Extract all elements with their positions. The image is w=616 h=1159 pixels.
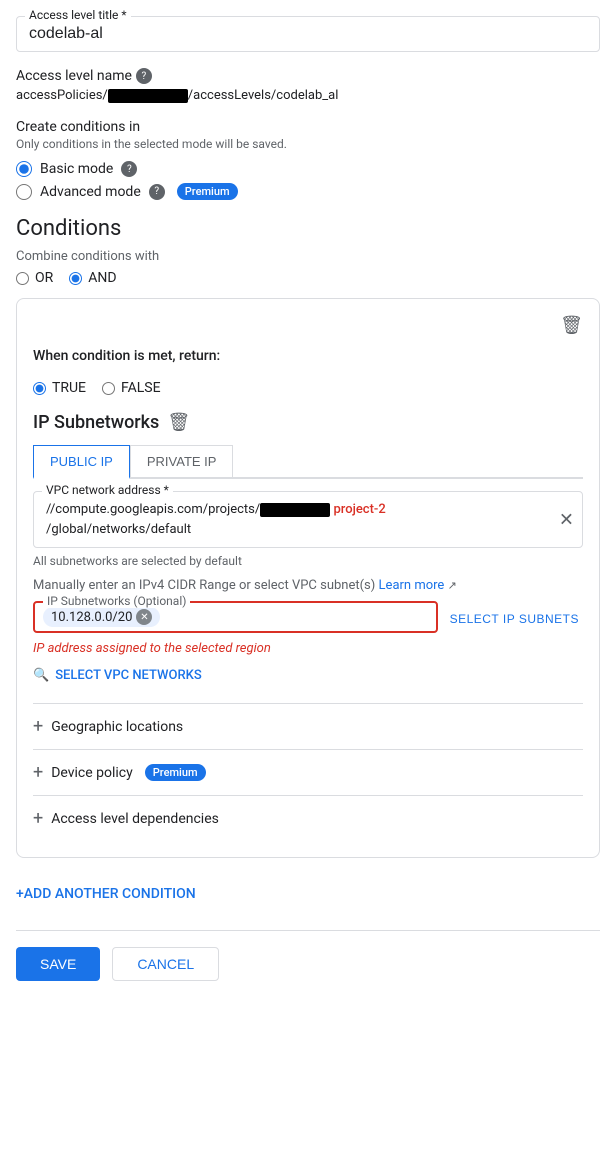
geo-locations-label: Geographic locations — [51, 719, 183, 735]
return-options: TRUE FALSE — [33, 380, 583, 396]
tab-private-ip[interactable]: PRIVATE IP — [130, 445, 234, 477]
name-redacted — [108, 89, 188, 103]
add-condition-link[interactable]: +ADD ANOTHER CONDITION — [16, 874, 600, 914]
or-option[interactable]: OR — [16, 270, 53, 286]
title-input-wrapper: Access level title * — [16, 16, 600, 52]
device-policy-plus-icon: + — [33, 762, 43, 783]
title-label: Access level title * — [25, 8, 131, 22]
basic-mode-help-icon[interactable]: ? — [121, 161, 137, 177]
return-row: When condition is met, return: — [33, 348, 583, 364]
tab-row: PUBLIC IP PRIVATE IP — [33, 445, 583, 479]
create-conditions-group: Create conditions in Only conditions in … — [16, 119, 600, 200]
condition-card: 🗑 When condition is met, return: TRUE FA… — [16, 298, 600, 858]
access-level-title-input[interactable] — [29, 25, 587, 43]
or-radio[interactable] — [16, 272, 29, 285]
delete-ip-subnetworks-icon[interactable]: 🗑 — [167, 412, 190, 433]
access-level-deps-plus-icon: + — [33, 808, 43, 829]
access-level-deps-label: Access level dependencies — [51, 811, 219, 827]
condition-card-header: 🗑 — [33, 315, 583, 336]
ip-chip: 10.128.0.0/20 ✕ — [43, 607, 160, 627]
advanced-mode-radio[interactable] — [16, 184, 32, 200]
combine-label: Combine conditions with — [16, 249, 600, 264]
device-policy-premium-badge: Premium — [145, 764, 206, 781]
delete-condition-icon[interactable]: 🗑 — [560, 315, 583, 336]
when-label: When condition is met, return: — [33, 348, 220, 364]
select-ip-subnets-button[interactable]: SELECT IP SUBNETS — [446, 608, 583, 630]
access-level-name-group: Access level name ? accessPolicies//acce… — [16, 68, 600, 103]
ip-subnetworks-header: IP Subnetworks 🗑 — [33, 412, 583, 433]
false-option[interactable]: FALSE — [102, 380, 161, 396]
tab-public-ip[interactable]: PUBLIC IP — [33, 445, 130, 479]
advanced-mode-option[interactable]: Advanced mode ? Premium — [16, 183, 600, 200]
search-icon: 🔍 — [33, 668, 49, 683]
false-label: FALSE — [121, 380, 161, 396]
geo-locations-section[interactable]: + Geographic locations — [33, 703, 583, 749]
ip-chips-area: 10.128.0.0/20 ✕ — [43, 607, 160, 627]
basic-mode-radio[interactable] — [16, 161, 32, 177]
access-level-name-value: accessPolicies//accessLevels/codelab_al — [16, 88, 600, 103]
create-conditions-desc: Only conditions in the selected mode wil… — [16, 137, 600, 151]
ip-assigned-text: IP address assigned to the selected regi… — [33, 641, 583, 656]
combine-options: OR AND — [16, 270, 600, 286]
geo-locations-plus-icon: + — [33, 716, 43, 737]
ip-subnets-label: IP Subnetworks (Optional) — [43, 594, 190, 608]
cancel-button[interactable]: CANCEL — [112, 947, 219, 981]
advanced-mode-premium-badge: Premium — [177, 183, 238, 200]
vpc-value: //compute.googleapis.com/projects/ proje… — [46, 500, 570, 539]
return-false-radio[interactable] — [102, 382, 115, 395]
vpc-field-label: VPC network address * — [42, 483, 173, 497]
conditions-title: Conditions — [16, 216, 600, 241]
access-level-name-help-icon[interactable]: ? — [136, 68, 152, 84]
ip-subnetworks-input: IP Subnetworks (Optional) 10.128.0.0/20 … — [33, 601, 438, 633]
advanced-mode-label: Advanced mode — [40, 184, 141, 200]
basic-mode-option[interactable]: Basic mode ? — [16, 161, 600, 177]
external-link-icon: ↗ — [448, 579, 457, 592]
save-button[interactable]: SAVE — [16, 947, 100, 981]
vpc-project-label: project-2 — [333, 502, 385, 517]
device-policy-section[interactable]: + Device policy Premium — [33, 749, 583, 795]
access-level-title-group: Access level title * — [16, 16, 600, 52]
and-label: AND — [88, 270, 116, 286]
or-label: OR — [35, 270, 53, 286]
access-level-deps-section[interactable]: + Access level dependencies — [33, 795, 583, 841]
page-container: Access level title * Access level name ?… — [16, 16, 600, 981]
and-radio[interactable] — [69, 272, 82, 285]
advanced-mode-help-icon[interactable]: ? — [149, 184, 165, 200]
vpc-field-wrapper: VPC network address * //compute.googleap… — [33, 491, 583, 548]
ip-subnetworks-title: IP Subnetworks — [33, 412, 159, 433]
true-label: TRUE — [52, 380, 86, 396]
device-policy-label: Device policy — [51, 765, 133, 781]
learn-more-link[interactable]: Learn more — [379, 578, 445, 593]
all-subnetworks-text: All subnetworks are selected by default — [33, 554, 583, 568]
enter-cidr-text: Manually enter an IPv4 CIDR Range or sel… — [33, 578, 583, 593]
basic-mode-label: Basic mode — [40, 161, 113, 177]
and-option[interactable]: AND — [69, 270, 116, 286]
create-conditions-label: Create conditions in — [16, 119, 600, 135]
return-true-radio[interactable] — [33, 382, 46, 395]
chip-close-icon[interactable]: ✕ — [136, 609, 152, 625]
access-level-name-label: Access level name ? — [16, 68, 600, 84]
select-vpc-networks-link[interactable]: 🔍 SELECT VPC NETWORKS — [33, 668, 583, 683]
bottom-buttons: SAVE CANCEL — [16, 930, 600, 981]
vpc-close-icon[interactable]: ✕ — [559, 509, 574, 530]
true-option[interactable]: TRUE — [33, 380, 86, 396]
conditions-section: Conditions Combine conditions with OR AN… — [16, 216, 600, 914]
vpc-redacted — [260, 503, 330, 517]
